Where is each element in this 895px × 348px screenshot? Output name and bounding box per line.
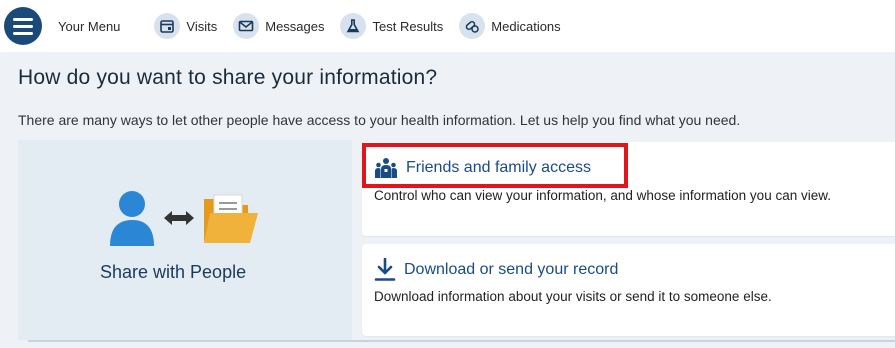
friends-family-access-title: Friends and family access bbox=[406, 159, 591, 176]
person-icon bbox=[110, 191, 154, 246]
nav-medications[interactable]: Medications bbox=[459, 13, 561, 39]
flask-icon bbox=[340, 13, 367, 39]
hamburger-menu-icon bbox=[4, 7, 42, 45]
test-results-label: Test Results bbox=[372, 18, 444, 34]
share-with-people-label: Share with People bbox=[100, 262, 247, 282]
friends-family-access-description: Control who can view your information, a… bbox=[374, 188, 831, 203]
messages-label: Messages bbox=[265, 18, 325, 34]
page-intro: There are many ways to let other people … bbox=[18, 112, 741, 128]
folder-icon bbox=[204, 194, 258, 243]
family-group-icon bbox=[375, 158, 397, 178]
your-menu-label: Your Menu bbox=[58, 18, 121, 34]
pills-icon bbox=[459, 13, 486, 39]
friends-family-access-link[interactable]: Friends and family access bbox=[374, 156, 591, 180]
nav-test-results[interactable]: Test Results bbox=[340, 13, 443, 39]
visits-label: Visits bbox=[186, 18, 218, 34]
download-send-record-title: Download or send your record bbox=[404, 261, 619, 278]
nav-messages[interactable]: Messages bbox=[233, 13, 324, 39]
calendar-icon bbox=[154, 13, 181, 39]
nav-visits[interactable]: Visits bbox=[154, 13, 217, 39]
download-send-record-description: Download information about your visits o… bbox=[374, 289, 772, 304]
download-send-record-link[interactable]: Download or send your record bbox=[374, 258, 618, 282]
page-title: How do you want to share your informatio… bbox=[18, 66, 438, 89]
download-icon bbox=[374, 258, 396, 281]
friends-family-access-card[interactable]: Friends and family access Control who ca… bbox=[362, 142, 895, 236]
divider bbox=[28, 340, 895, 342]
medications-label: Medications bbox=[491, 18, 561, 34]
share-illustration bbox=[108, 190, 260, 246]
your-menu-button[interactable]: Your Menu bbox=[0, 7, 120, 45]
top-navigation: Your Menu Visits Messages Test Results M… bbox=[0, 0, 895, 52]
download-send-record-card[interactable]: Download or send your record Download in… bbox=[362, 244, 895, 336]
envelope-icon bbox=[233, 13, 260, 39]
double-arrow-icon bbox=[164, 211, 194, 225]
